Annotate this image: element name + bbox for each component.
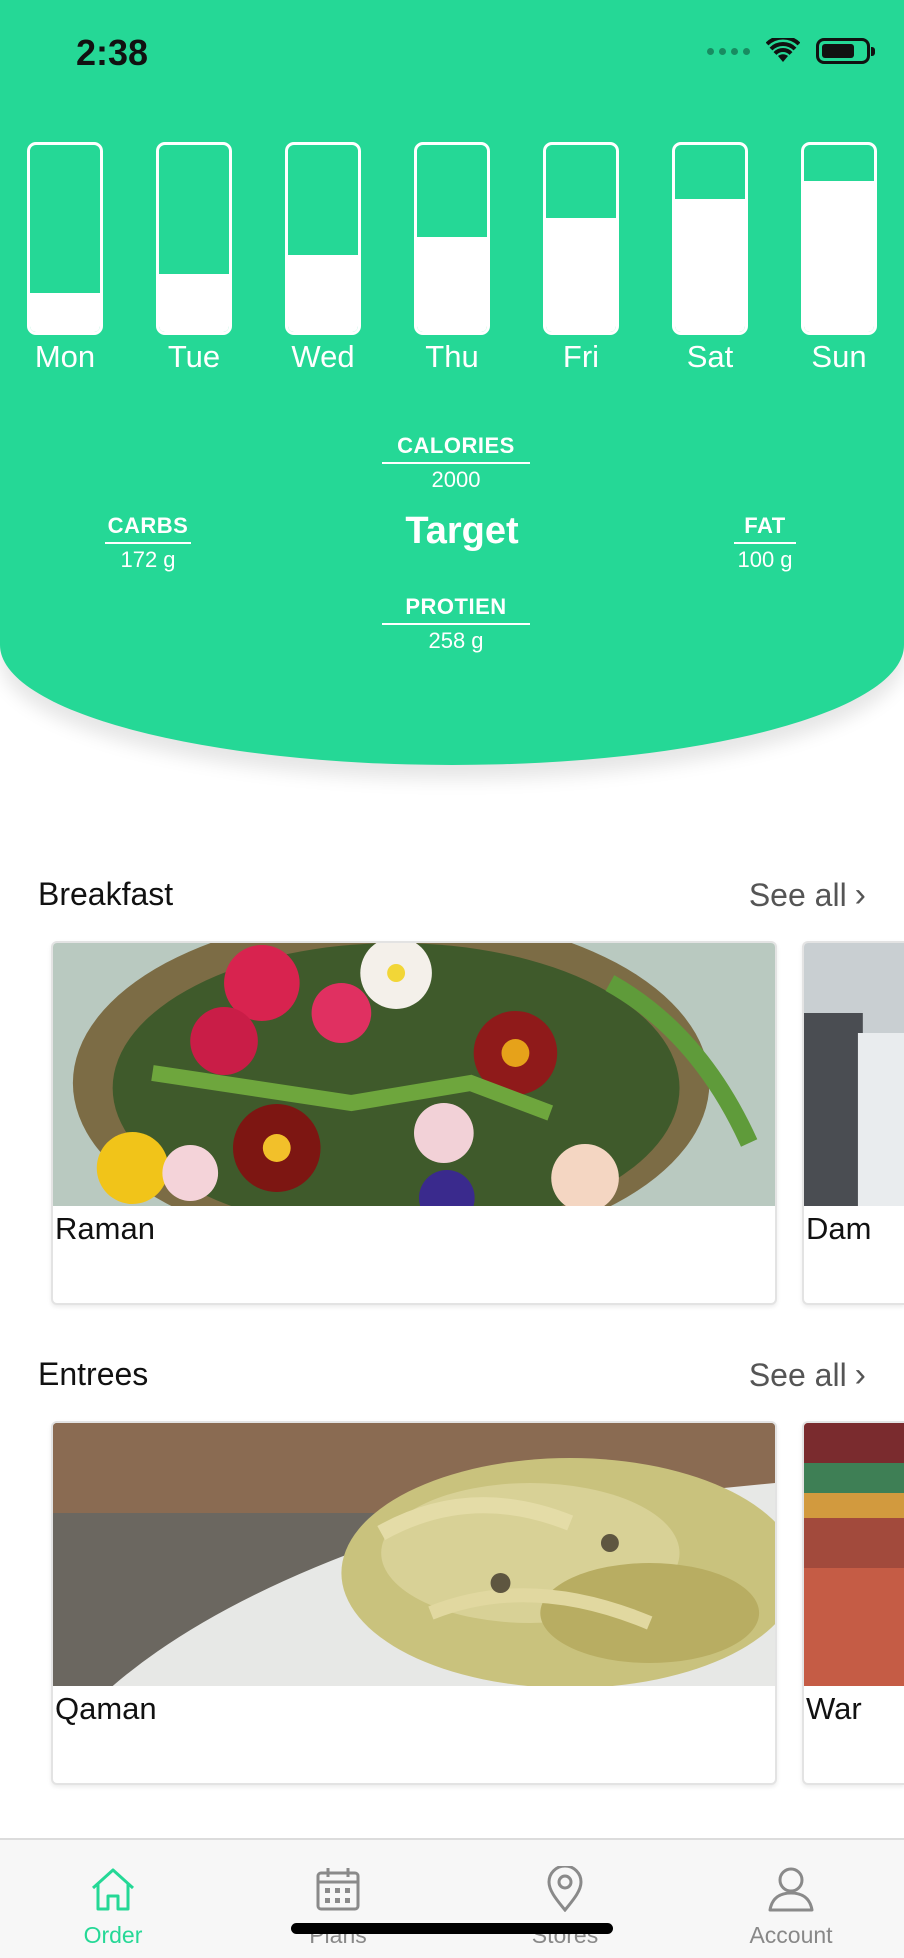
meal-name: Raman (55, 1211, 155, 1246)
wifi-icon (766, 38, 800, 62)
meal-card[interactable]: Dam (802, 941, 904, 1305)
meal-card[interactable]: Raman (51, 941, 777, 1305)
section-title-breakfast: Breakfast (38, 876, 174, 912)
day-bar-mon[interactable]: Mon (27, 142, 103, 375)
fat-value: 100 g (737, 547, 793, 572)
calories-stat: CALORIES 2000 (382, 433, 530, 493)
salad-image (53, 943, 775, 1206)
meal-card[interactable]: War (802, 1421, 904, 1785)
day-bar-wed[interactable]: Wed (285, 142, 361, 375)
chevron-right-icon: › (854, 876, 866, 914)
day-label: Fri (562, 339, 600, 374)
weekly-calorie-bars: Mon Tue Wed Thu Fri Sat Sun (0, 142, 904, 382)
chevron-right-icon: › (854, 1356, 866, 1394)
day-level (546, 217, 616, 332)
day-level (804, 180, 874, 332)
day-level (30, 292, 100, 332)
day-label: Mon (34, 339, 96, 374)
fat-stat: FAT 100 g (718, 513, 812, 573)
home-icon (91, 1868, 135, 1911)
day-label: Sun (811, 339, 867, 374)
day-level (288, 255, 358, 332)
protein-stat: PROTIEN 258 g (382, 594, 530, 654)
see-all-label: See all (748, 1357, 847, 1393)
carbs-stat: CARBS 172 g (96, 513, 200, 573)
battery-icon (816, 38, 875, 64)
day-label: Sat (686, 339, 734, 374)
day-label: Thu (425, 339, 479, 374)
day-label: Wed (291, 339, 355, 374)
meal-name: Dam (806, 1211, 872, 1246)
tab-label: Order (83, 1922, 143, 1948)
tab-order[interactable]: Order (23, 1866, 203, 1949)
meal-name: Qaman (55, 1691, 157, 1726)
carbs-label: CARBS (105, 513, 191, 544)
meal-image (804, 1423, 904, 1686)
protein-label: PROTIEN (382, 594, 530, 625)
home-indicator[interactable] (291, 1923, 613, 1934)
day-bar-sat[interactable]: Sat (672, 142, 748, 375)
day-bar-tue[interactable]: Tue (156, 142, 232, 375)
day-bar-thu[interactable]: Thu (414, 142, 490, 375)
day-bar-sun[interactable]: Sun (801, 142, 877, 375)
day-level (159, 274, 229, 332)
calories-value: 2000 (431, 467, 481, 492)
tab-label: Account (749, 1922, 833, 1948)
day-level (417, 236, 487, 332)
cellular-signal-icon (707, 47, 750, 55)
carbs-value: 172 g (120, 547, 176, 572)
status-time: 2:38 (76, 32, 149, 73)
person-icon (768, 1867, 814, 1912)
see-all-breakfast-link[interactable]: See all › (749, 876, 866, 915)
meal-name: War (806, 1691, 862, 1726)
see-all-entrees-link[interactable]: See all › (749, 1356, 866, 1395)
meal-image (804, 943, 904, 1206)
status-icons (707, 38, 875, 64)
section-title-entrees: Entrees (38, 1356, 149, 1392)
day-label: Tue (167, 339, 221, 374)
tab-account[interactable]: Account (701, 1866, 881, 1949)
calories-label: CALORIES (382, 433, 530, 464)
tab-bar: Order Plans Stores Account (0, 1838, 904, 1958)
fat-label: FAT (734, 513, 796, 544)
tab-stores[interactable]: Stores (475, 1866, 655, 1949)
day-bar-fri[interactable]: Fri (543, 142, 619, 375)
protein-value: 258 g (428, 628, 484, 653)
meal-card[interactable]: Qaman (51, 1421, 777, 1785)
nutrition-header: 2:38 Mon Tue Wed Thu Fri Sat Sun CALORIE… (0, 0, 904, 765)
tab-plans[interactable]: Plans (248, 1866, 428, 1949)
pasta-image (53, 1423, 775, 1686)
location-pin-icon (547, 1866, 583, 1912)
see-all-label: See all (748, 877, 847, 913)
day-level (675, 199, 745, 332)
calendar-icon (316, 1868, 360, 1911)
target-label: Target (405, 510, 519, 552)
